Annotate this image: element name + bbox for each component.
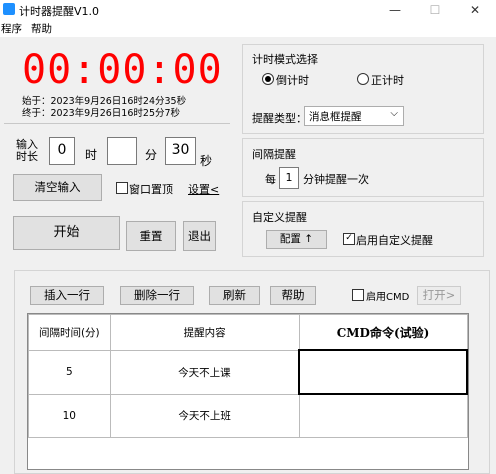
maximize-button[interactable]: ☐ <box>420 0 450 20</box>
reminder-type-select[interactable]: 消息框提醒 ⌵ <box>304 106 404 126</box>
header-interval[interactable]: 间隔时间(分) <box>28 314 111 351</box>
settings-link[interactable]: 设置< <box>188 181 219 197</box>
interval-prefix: 每 <box>265 173 276 186</box>
custom-title: 自定义提醒 <box>252 211 307 224</box>
countup-label: 正计时 <box>371 74 404 87</box>
seconds-unit: 秒 <box>200 154 213 168</box>
always-on-top-label: 窗口置顶 <box>129 183 173 196</box>
header-cmd[interactable]: CMD命令(试验) <box>298 314 468 351</box>
cell-interval[interactable]: 10 <box>28 393 111 438</box>
enable-custom-checkbox[interactable]: ✓ <box>343 233 355 245</box>
countup-radio[interactable] <box>357 73 369 85</box>
interval-title: 间隔提醒 <box>252 148 296 161</box>
reminder-table-container: 间隔时间(分) 提醒内容 CMD命令(试验) 5 今天不上课 10 今天不上班 <box>27 313 469 470</box>
reset-button[interactable]: 重置 <box>126 221 176 251</box>
table-help-button[interactable]: 帮助 <box>270 286 316 305</box>
reminder-table: 间隔时间(分) 提醒内容 CMD命令(试验) 5 今天不上课 10 今天不上班 <box>28 314 468 438</box>
countdown-radio[interactable] <box>262 73 274 85</box>
minimize-button[interactable]: — <box>380 0 410 20</box>
menu-bar: 程序 帮助 <box>0 20 496 37</box>
window-title: 计时器提醒V1.0 <box>19 5 100 18</box>
app-icon <box>3 3 15 15</box>
delete-row-button[interactable]: 删除一行 <box>120 286 194 305</box>
end-time-label: 终于：2023年9月26日16时25分7秒 <box>22 108 181 119</box>
start-button[interactable]: 开始 <box>13 216 120 250</box>
minutes-unit: 分 <box>145 148 158 162</box>
enable-cmd-label: 启用CMD <box>366 292 410 303</box>
refresh-button[interactable]: 刷新 <box>209 286 260 305</box>
always-on-top-checkbox[interactable] <box>116 182 128 194</box>
duration-label-bottom: 时长 <box>16 150 38 163</box>
cell-cmd[interactable] <box>298 393 468 438</box>
exit-button[interactable]: 退出 <box>183 221 216 251</box>
close-button[interactable]: ✕ <box>460 0 490 20</box>
table-header-row: 间隔时间(分) 提醒内容 CMD命令(试验) <box>28 314 468 351</box>
open-button[interactable]: 打开> <box>417 286 461 305</box>
interval-input[interactable]: 1 <box>279 167 299 189</box>
hours-input[interactable]: 0 <box>49 137 75 165</box>
timer-display: 00:00:00 <box>22 47 223 93</box>
seconds-input[interactable]: 30 <box>165 137 196 165</box>
cell-interval[interactable]: 5 <box>28 349 111 395</box>
divider <box>4 123 230 124</box>
insert-row-button[interactable]: 插入一行 <box>30 286 104 305</box>
menu-program[interactable]: 程序 <box>1 21 22 36</box>
config-button[interactable]: 配置 ↑ <box>266 230 327 249</box>
table-row[interactable]: 5 今天不上课 <box>28 349 468 395</box>
header-content[interactable]: 提醒内容 <box>109 314 300 351</box>
table-row[interactable]: 10 今天不上班 <box>28 393 468 438</box>
cell-content[interactable]: 今天不上班 <box>109 393 300 438</box>
reminder-type-value: 消息框提醒 <box>309 111 362 123</box>
hours-unit: 时 <box>85 148 98 162</box>
menu-help[interactable]: 帮助 <box>31 21 52 36</box>
enable-custom-label: 启用自定义提醒 <box>356 234 433 247</box>
cell-cmd[interactable] <box>298 349 468 395</box>
countdown-label: 倒计时 <box>276 74 309 87</box>
enable-cmd-checkbox[interactable] <box>352 289 364 301</box>
reminder-type-label: 提醒类型： <box>252 112 307 125</box>
mode-title: 计时模式选择 <box>252 53 318 66</box>
cell-content[interactable]: 今天不上课 <box>109 349 300 395</box>
minutes-input[interactable] <box>107 137 137 165</box>
chevron-down-icon: ⌵ <box>390 108 398 119</box>
clear-input-button[interactable]: 清空输入 <box>13 174 102 201</box>
title-bar: 计时器提醒V1.0 — ☐ ✕ <box>0 0 496 20</box>
duration-label: 输入 时长 <box>16 139 38 163</box>
interval-suffix: 分钟提醒一次 <box>303 173 369 186</box>
